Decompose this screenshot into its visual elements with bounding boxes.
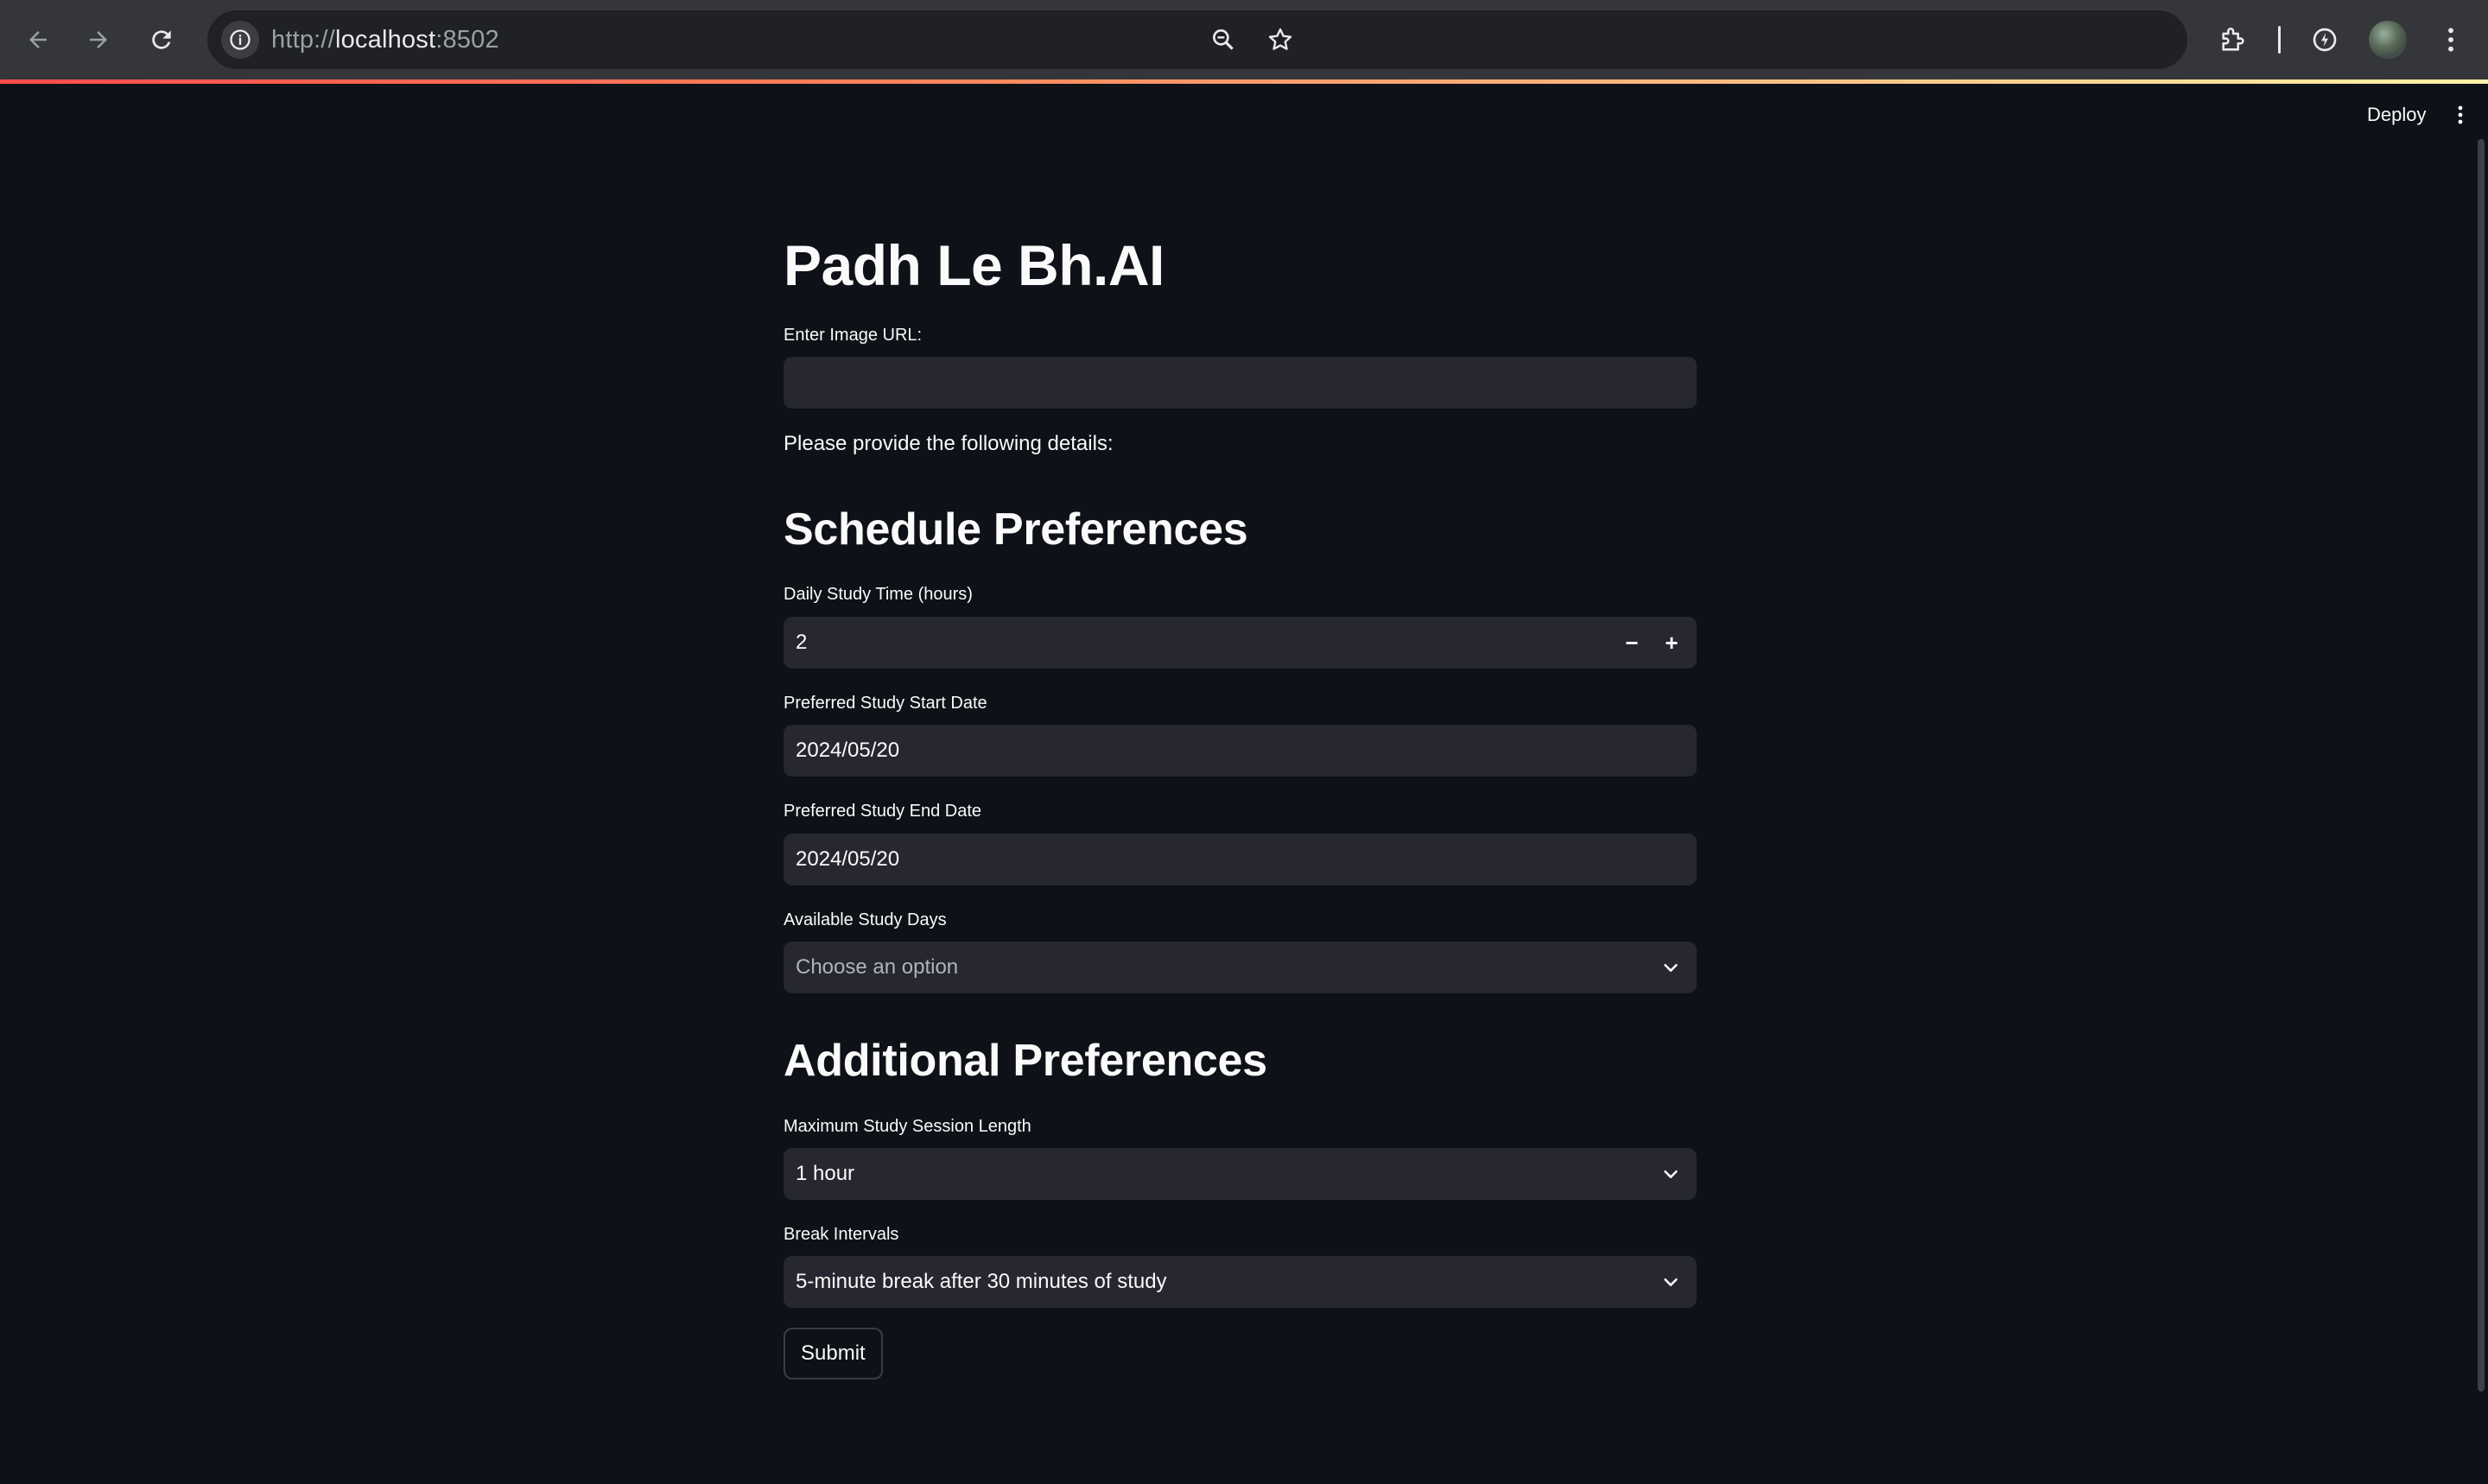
break-intervals-select[interactable]: 5-minute break after 30 minutes of study — [784, 1256, 1697, 1308]
profile-avatar[interactable] — [2369, 21, 2407, 59]
menu-icon[interactable] — [2428, 17, 2473, 62]
decrement-button[interactable]: − — [1613, 624, 1651, 662]
forward-icon[interactable] — [78, 19, 119, 60]
app-menu-icon[interactable] — [2447, 98, 2474, 132]
bookmark-star-icon[interactable] — [1261, 21, 1299, 59]
end-date-value: 2024/05/20 — [796, 847, 900, 871]
schedule-heading: Schedule Preferences — [784, 504, 1248, 555]
chevron-down-icon[interactable] — [1659, 1270, 1683, 1294]
address-bar[interactable]: http://localhost:8502 — [207, 10, 2187, 69]
toolbar-divider — [2278, 26, 2281, 54]
chevron-down-icon[interactable] — [1659, 1162, 1683, 1186]
session-length-value: 1 hour — [796, 1162, 855, 1185]
daily-time-label: Daily Study Time (hours) — [784, 585, 973, 604]
performance-icon[interactable] — [2302, 17, 2347, 62]
site-info-icon[interactable] — [221, 21, 259, 59]
daily-time-number-input[interactable]: 2 − + — [784, 617, 1697, 669]
end-date-input[interactable]: 2024/05/20 — [784, 834, 1697, 885]
streamlit-app: Deploy Padh Le Bh.AI Enter Image URL: Pl… — [0, 84, 2488, 1484]
deploy-button[interactable]: Deploy — [2358, 96, 2434, 134]
browser-toolbar: http://localhost:8502 — [0, 0, 2488, 79]
instructions-text: Please provide the following details: — [784, 432, 1114, 455]
scrollbar[interactable] — [2478, 139, 2485, 1392]
study-days-placeholder: Choose an option — [796, 955, 959, 979]
start-date-input[interactable]: 2024/05/20 — [784, 725, 1697, 777]
break-intervals-label: Break Intervals — [784, 1225, 899, 1244]
study-days-multiselect[interactable]: Choose an option — [784, 942, 1697, 993]
increment-button[interactable]: + — [1653, 624, 1691, 662]
page-title: Padh Le Bh.AI — [784, 233, 1165, 297]
start-date-value: 2024/05/20 — [796, 739, 900, 762]
reload-icon[interactable] — [141, 19, 182, 60]
break-intervals-value: 5-minute break after 30 minutes of study — [796, 1270, 1167, 1293]
image-url-label: Enter Image URL: — [784, 326, 923, 345]
start-date-label: Preferred Study Start Date — [784, 694, 987, 713]
session-length-label: Maximum Study Session Length — [784, 1117, 1031, 1136]
daily-time-value: 2 — [796, 631, 808, 654]
zoom-icon[interactable] — [1204, 21, 1242, 59]
image-url-input[interactable] — [784, 357, 1697, 409]
url-text: http://localhost:8502 — [271, 26, 499, 54]
end-date-label: Preferred Study End Date — [784, 802, 982, 821]
study-days-label: Available Study Days — [784, 910, 947, 929]
submit-button[interactable]: Submit — [784, 1328, 883, 1379]
session-length-select[interactable]: 1 hour — [784, 1148, 1697, 1200]
chevron-down-icon[interactable] — [1659, 955, 1683, 980]
back-icon[interactable] — [17, 19, 59, 60]
additional-heading: Additional Preferences — [784, 1036, 1267, 1086]
extensions-icon[interactable] — [2211, 17, 2256, 62]
